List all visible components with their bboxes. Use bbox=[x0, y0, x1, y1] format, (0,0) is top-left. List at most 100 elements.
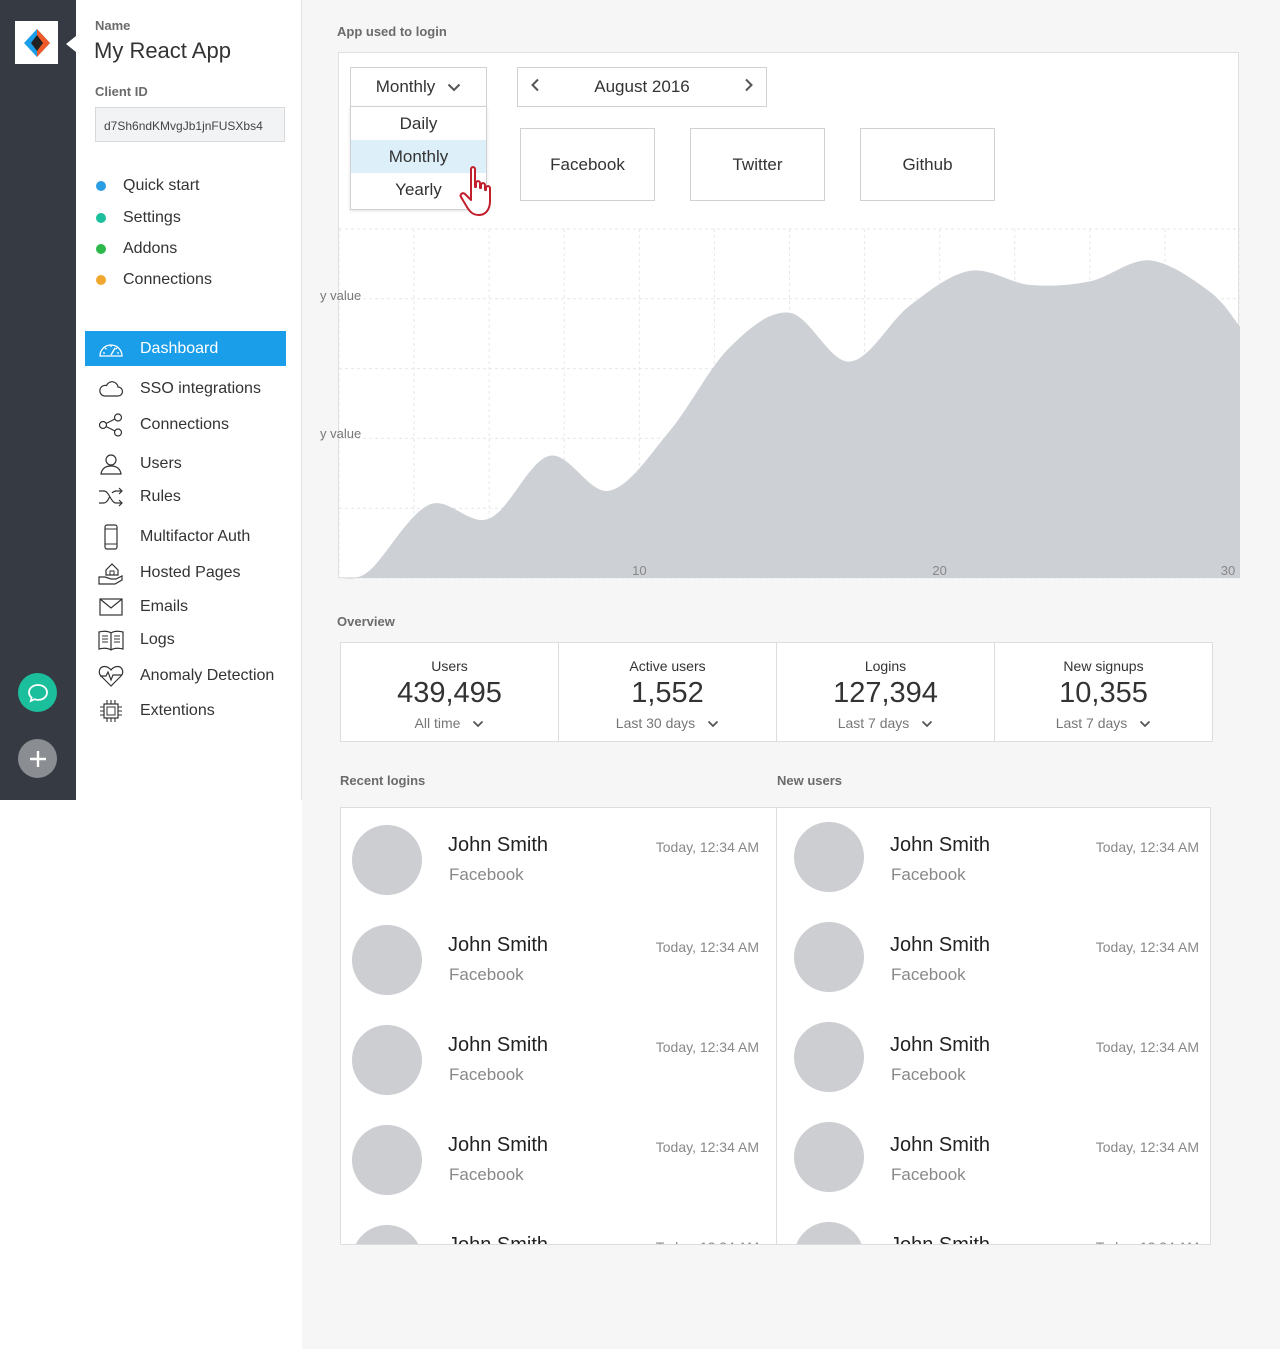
nav-extentions[interactable]: Extentions bbox=[85, 693, 286, 728]
avatar bbox=[352, 825, 422, 895]
nav-label: Users bbox=[140, 454, 182, 472]
list-item[interactable]: John SmithFacebookToday, 12:34 AM bbox=[341, 1008, 776, 1108]
avatar bbox=[352, 1225, 422, 1244]
quick-link-label: Connections bbox=[123, 271, 212, 288]
status-dot bbox=[96, 244, 106, 254]
chevron-down-icon bbox=[921, 715, 933, 731]
quick-link-label: Settings bbox=[123, 209, 181, 226]
main-content: App used to login 10 20 30 Monthly Daily M… bbox=[302, 0, 1280, 1349]
app-name: My React App bbox=[94, 38, 231, 63]
nav-multifactor-auth[interactable]: Multifactor Auth bbox=[85, 519, 286, 554]
quick-link-label: Quick start bbox=[123, 177, 200, 194]
filter-twitter-button[interactable]: Twitter bbox=[690, 128, 825, 201]
app-logo[interactable] bbox=[15, 21, 58, 64]
stat-value: 127,394 bbox=[833, 677, 938, 709]
stat-period-select[interactable]: Last 7 days bbox=[995, 715, 1212, 731]
nav-anomaly-detection[interactable]: Anomaly Detection bbox=[85, 658, 286, 693]
list-item[interactable]: John SmithFacebookToday, 12:34 AM bbox=[341, 1208, 776, 1244]
filter-github-button[interactable]: Github bbox=[860, 128, 995, 201]
list-item[interactable]: John Smith Facebook Today, 12:34 AM bbox=[341, 908, 776, 1008]
stat-period-select[interactable]: All time bbox=[341, 715, 558, 731]
avatar bbox=[352, 1125, 422, 1195]
user-name: John Smith bbox=[448, 1134, 549, 1156]
status-dot bbox=[96, 275, 106, 285]
login-source: Facebook bbox=[449, 965, 524, 984]
add-app-button[interactable] bbox=[18, 739, 57, 778]
avatar bbox=[352, 925, 422, 995]
chat-icon bbox=[27, 683, 48, 703]
nav-label: Multifactor Auth bbox=[140, 527, 251, 545]
chat-button[interactable] bbox=[18, 673, 57, 712]
prev-month-button[interactable] bbox=[530, 77, 540, 97]
user-name: John Smith bbox=[448, 1034, 549, 1056]
nav-rules[interactable]: Rules bbox=[85, 479, 286, 514]
stat-period-label: Last 7 days bbox=[1055, 715, 1128, 731]
login-source: Facebook bbox=[449, 1065, 524, 1084]
quick-link-quick-start[interactable]: Quick start bbox=[96, 177, 199, 195]
list-item[interactable]: John SmithFacebookToday, 12:34 AM bbox=[777, 908, 1210, 1008]
login-time: Today, 12:34 AM bbox=[1095, 939, 1199, 955]
section-title-login-chart: App used to login bbox=[337, 24, 447, 39]
sidebar: Name My React App Client ID d7Sh6ndKMvgJ… bbox=[76, 0, 302, 800]
login-time: Today, 12:34 AM bbox=[1095, 1039, 1199, 1055]
avatar bbox=[794, 1122, 864, 1192]
chevron-down-icon bbox=[447, 77, 461, 97]
x-tick-label: 30 bbox=[1221, 563, 1235, 578]
stat-value: 1,552 bbox=[631, 677, 704, 709]
list-item[interactable]: John SmithFacebookToday, 12:34 AM bbox=[777, 1008, 1210, 1108]
nav-label: Hosted Pages bbox=[140, 563, 241, 581]
nav-label: Rules bbox=[140, 487, 181, 505]
y-axis-label-bottom: y value bbox=[320, 426, 362, 441]
nav-sso-integrations[interactable]: SSO integrations bbox=[85, 371, 286, 406]
login-time: Today, 12:34 AM bbox=[655, 939, 759, 955]
list-item[interactable]: John SmithFacebookToday, 12:34 AM bbox=[777, 1208, 1210, 1245]
nav-label: Logs bbox=[140, 630, 175, 648]
nav-logs[interactable]: Logs bbox=[85, 622, 286, 657]
list-item[interactable]: John SmithFacebookToday, 12:34 AM bbox=[777, 808, 1210, 908]
list-item[interactable]: John SmithFacebookToday, 12:34 AM bbox=[341, 1108, 776, 1208]
stat-period-select[interactable]: Last 7 days bbox=[777, 715, 994, 731]
list-item[interactable]: John SmithFacebookToday, 12:34 AM bbox=[341, 808, 776, 908]
login-time: Today, 12:34 AM bbox=[656, 1239, 759, 1244]
stat-label: Active users bbox=[629, 658, 706, 674]
stat-logins: Logins 127,394 Last 7 days bbox=[777, 643, 995, 741]
hand-cursor-icon bbox=[459, 166, 491, 216]
nav-dashboard[interactable]: Dashboard bbox=[85, 331, 286, 366]
avatar bbox=[794, 1022, 864, 1092]
nav-label: Extentions bbox=[140, 701, 215, 719]
stat-label: Logins bbox=[864, 658, 907, 674]
filter-facebook-button[interactable]: Facebook bbox=[520, 128, 655, 201]
nav-label: Connections bbox=[140, 415, 229, 433]
list-item[interactable]: John SmithFacebookToday, 12:34 AM bbox=[777, 1108, 1210, 1208]
nav-emails[interactable]: Emails bbox=[85, 589, 286, 624]
nav-users[interactable]: Users bbox=[85, 446, 286, 481]
user-name: John Smith bbox=[890, 1034, 991, 1056]
stat-period-select[interactable]: Last 30 days bbox=[559, 715, 776, 731]
quick-link-addons[interactable]: Addons bbox=[96, 240, 177, 258]
client-id-field[interactable]: d7Sh6ndKMvgJb1jnFUSXbs4 bbox=[95, 107, 285, 142]
next-month-button[interactable] bbox=[744, 77, 754, 97]
speedometer-icon bbox=[97, 336, 125, 362]
logo-icon bbox=[23, 28, 50, 57]
login-chart-card: 10 20 30 Monthly Daily Monthly Yearly Augu… bbox=[338, 52, 1240, 579]
quick-link-settings[interactable]: Settings bbox=[96, 209, 181, 227]
nav-hosted-pages[interactable]: Hosted Pages bbox=[85, 555, 286, 590]
chevron-down-icon bbox=[472, 715, 484, 731]
app-rail bbox=[0, 0, 76, 800]
user-name: John Smith bbox=[448, 934, 549, 956]
nav-label: SSO integrations bbox=[140, 379, 261, 397]
nav-connections[interactable]: Connections bbox=[85, 407, 286, 442]
stat-new-signups: New signups 10,355 Last 7 days bbox=[995, 643, 1212, 741]
login-source: Facebook bbox=[891, 965, 966, 984]
cloud-icon bbox=[97, 376, 125, 402]
period-select[interactable]: Monthly bbox=[350, 67, 487, 107]
user-name: John Smith bbox=[890, 1234, 991, 1245]
period-option-daily[interactable]: Daily bbox=[351, 107, 486, 140]
login-time: Today, 12:34 AM bbox=[1095, 839, 1199, 855]
section-title-overview: Overview bbox=[337, 614, 395, 629]
quick-link-connections[interactable]: Connections bbox=[96, 271, 212, 289]
login-source: Facebook bbox=[891, 865, 966, 884]
active-app-pointer bbox=[66, 36, 76, 52]
nav-label: Emails bbox=[140, 597, 189, 615]
status-dot bbox=[96, 181, 106, 191]
